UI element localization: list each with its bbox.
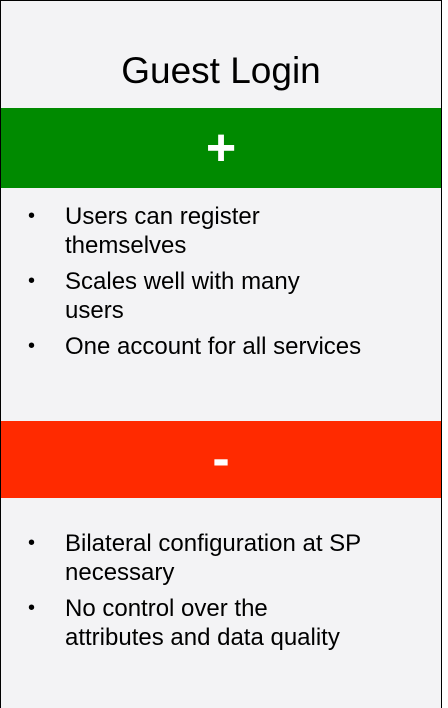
list-item: • Bilateral configuration at SP necessar… xyxy=(1,529,361,587)
list-item-text: No control over the xyxy=(65,595,268,622)
list-item: • Scales well with many users xyxy=(1,267,361,325)
bullet-icon: • xyxy=(28,597,36,619)
card-title: Guest Login xyxy=(121,50,321,91)
guest-login-card: Guest Login + • Users can register thems… xyxy=(0,0,442,708)
minus-symbol: - xyxy=(212,430,230,488)
list-item-text: Scales well with many xyxy=(65,268,300,295)
bullet-icon: • xyxy=(28,532,36,554)
list-item-text: Users can register xyxy=(65,203,260,230)
list-item-text: necessary xyxy=(65,559,175,586)
list-item-text: Bilateral configuration at SP xyxy=(65,530,362,557)
list-item-text: users xyxy=(65,297,124,324)
bullet-icon: • xyxy=(28,270,36,292)
list-item-text: themselves xyxy=(65,232,187,259)
pros-band: + xyxy=(1,108,441,188)
plus-symbol: + xyxy=(205,119,237,177)
list-item-text: One account for all services xyxy=(65,333,362,360)
bullet-icon: • xyxy=(28,205,36,227)
bullet-icon: • xyxy=(28,335,36,357)
cons-band: - xyxy=(1,421,441,498)
pros-list: • Users can register themselves • Scales… xyxy=(1,202,361,368)
list-item-text: attributes and data quality xyxy=(65,624,340,651)
cons-list: • Bilateral configuration at SP necessar… xyxy=(1,529,361,659)
list-item: • Users can register themselves xyxy=(1,202,361,260)
list-item: • One account for all services xyxy=(1,332,361,361)
list-item: • No control over the attributes and dat… xyxy=(1,594,361,652)
